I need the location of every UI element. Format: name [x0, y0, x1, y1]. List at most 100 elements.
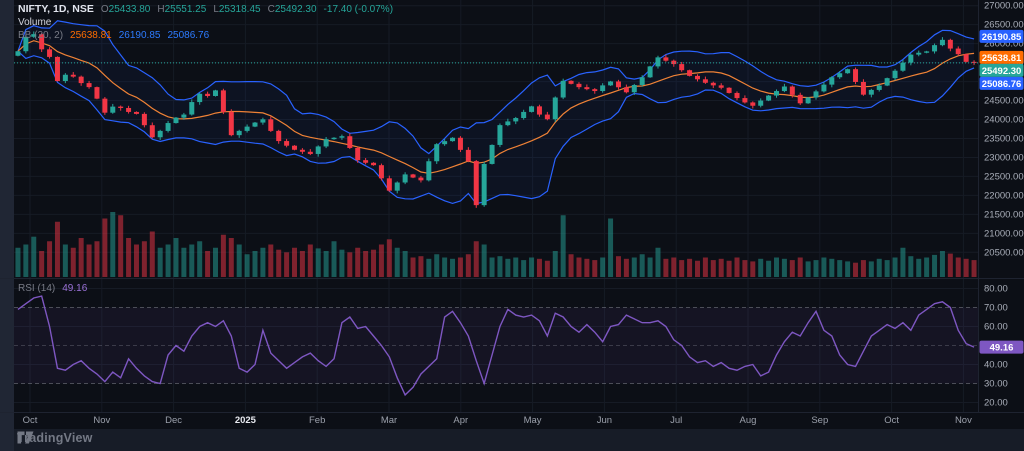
price-axis-label[interactable]: 24000.00 — [984, 115, 1024, 126]
candle-body — [229, 112, 234, 135]
time-axis-year-label[interactable]: 2025 — [235, 415, 257, 426]
price-axis-label[interactable]: 22000.00 — [984, 190, 1024, 201]
volume-bar — [608, 219, 613, 278]
time-axis-label[interactable]: Nov — [955, 415, 972, 426]
candle-body — [703, 79, 708, 82]
price-axis-label[interactable]: 22500.00 — [984, 171, 1024, 182]
rsi-axis-label[interactable]: 70.00 — [984, 303, 1008, 314]
time-axis-label[interactable]: Mar — [381, 415, 397, 426]
price-axis-label[interactable]: 24500.00 — [984, 96, 1024, 107]
candle-body — [616, 81, 621, 87]
volume-bar — [893, 258, 898, 278]
candle-body — [505, 121, 510, 125]
tradingview-chart-window: 27000.0026500.0026000.0025500.0025000.00… — [0, 0, 1024, 451]
volume-bar — [806, 261, 811, 277]
candle-body — [545, 115, 550, 120]
time-axis-label[interactable]: Jun — [597, 415, 612, 426]
price-axis-label[interactable]: 27000.00 — [984, 1, 1024, 12]
time-axis-label[interactable]: Apr — [453, 415, 468, 426]
price-axis-label[interactable]: 20500.00 — [984, 247, 1024, 258]
candle-body — [640, 77, 645, 85]
time-axis-label[interactable]: May — [524, 415, 542, 426]
candle-body — [924, 51, 929, 52]
volume-bar — [324, 251, 329, 277]
rsi-axis-label[interactable]: 40.00 — [984, 360, 1008, 371]
candle-body — [893, 71, 898, 78]
volume-bar — [39, 251, 44, 277]
candle-body — [742, 98, 747, 102]
candle-body — [956, 49, 961, 55]
volume-bar — [347, 252, 352, 277]
candle-body — [655, 57, 660, 66]
volume-bar — [798, 258, 803, 278]
candle-body — [15, 51, 20, 56]
price-axis-label[interactable]: 26500.00 — [984, 20, 1024, 31]
volume-bar — [15, 248, 20, 277]
candle-body — [426, 161, 431, 180]
rsi-axis-label[interactable]: 20.00 — [984, 398, 1008, 409]
volume-bar — [47, 241, 52, 277]
volume-bar — [505, 259, 510, 277]
volume-bar — [458, 258, 463, 278]
volume-bar — [964, 259, 969, 277]
time-axis-label[interactable]: Nov — [93, 415, 110, 426]
volume-bar — [55, 222, 60, 277]
volume-bar — [276, 250, 281, 277]
volume-bar — [482, 245, 487, 278]
volume-bar — [616, 256, 621, 277]
bb-lower-value: 25086.76 — [167, 29, 209, 42]
volume-bar — [671, 258, 676, 278]
candle-body — [181, 115, 186, 118]
chart-canvas[interactable]: 27000.0026500.0026000.0025500.0025000.00… — [0, 0, 1024, 451]
volume-bar — [861, 260, 866, 277]
time-axis-label[interactable]: Oct — [884, 415, 899, 426]
time-axis-label[interactable]: Aug — [740, 415, 757, 426]
time-axis-label[interactable]: Oct — [23, 415, 38, 426]
volume-bar — [181, 248, 186, 277]
tradingview-branding[interactable]: TradingView — [17, 431, 93, 445]
volume-bar — [102, 219, 107, 278]
price-axis-label[interactable]: 23500.00 — [984, 133, 1024, 144]
rsi-axis-label[interactable]: 80.00 — [984, 284, 1008, 295]
candle-body — [537, 106, 542, 114]
volume-bar — [948, 254, 953, 277]
candle-body — [63, 75, 68, 81]
time-axis-label[interactable]: Dec — [165, 415, 182, 426]
left-toolbar-strip[interactable] — [0, 0, 14, 451]
price-axis-label[interactable]: 21000.00 — [984, 228, 1024, 239]
volume-bar — [600, 258, 605, 278]
volume-bar — [197, 241, 202, 277]
candle-body — [750, 102, 755, 105]
volume-bar — [292, 248, 297, 277]
volume-bar — [316, 248, 321, 277]
ohlc-high: H25551.25 — [157, 3, 206, 16]
candle-body — [87, 83, 92, 87]
bollinger-legend[interactable]: BB (20, 2) 25638.81 26190.85 25086.76 — [18, 29, 209, 42]
volume-bar — [513, 258, 518, 278]
time-axis-label[interactable]: Feb — [309, 415, 325, 426]
candle-body — [347, 136, 352, 148]
volume-bar — [300, 251, 305, 277]
candle-body — [521, 112, 526, 118]
candle-body — [268, 119, 273, 131]
candle-body — [497, 125, 502, 145]
candle-body — [300, 150, 305, 152]
candle-body — [173, 118, 178, 123]
ohlc-low: L25318.45 — [213, 3, 260, 16]
symbol-legend[interactable]: NIFTY, 1D, NSE O25433.80 H25551.25 L2531… — [18, 3, 393, 16]
time-axis-label[interactable]: Jul — [670, 415, 682, 426]
volume-bar — [379, 245, 384, 278]
price-axis-label[interactable]: 21500.00 — [984, 209, 1024, 220]
candle-body — [166, 123, 171, 131]
candle-body — [292, 146, 297, 150]
price-axis-label[interactable]: 23000.00 — [984, 152, 1024, 163]
volume-legend[interactable]: Volume — [18, 16, 51, 29]
candle-body — [964, 54, 969, 62]
candle-body — [584, 87, 589, 89]
rsi-axis-label[interactable]: 60.00 — [984, 322, 1008, 333]
bb-upper-price-tag-text: 26190.85 — [982, 32, 1022, 43]
rsi-legend[interactable]: RSI (14) 49.16 — [18, 282, 87, 295]
rsi-axis-label[interactable]: 30.00 — [984, 379, 1008, 390]
candle-body — [379, 165, 384, 178]
time-axis-label[interactable]: Sep — [811, 415, 828, 426]
